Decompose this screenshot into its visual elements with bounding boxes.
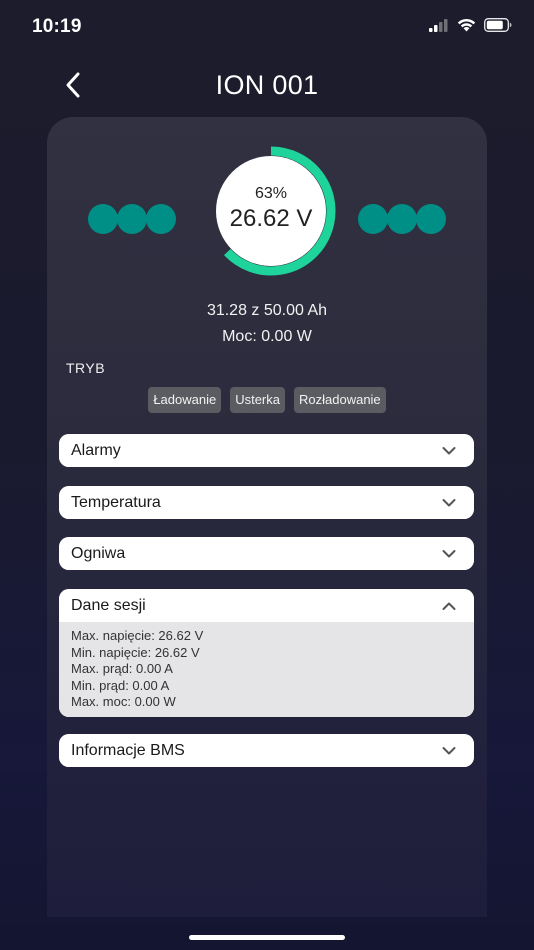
status-bar: 10:19: [0, 0, 534, 54]
chevron-down-icon: [442, 447, 456, 455]
mode-badge-discharging: Rozładowanie: [294, 387, 386, 413]
section-temperature: Temperatura: [59, 486, 474, 519]
section-alarms-header[interactable]: Alarmy: [59, 434, 474, 467]
mode-badges: Ładowanie Usterka Rozładowanie: [47, 387, 487, 413]
wifi-icon: [457, 18, 476, 32]
section-cells-header[interactable]: Ogniwa: [59, 537, 474, 570]
status-icons: [429, 18, 512, 32]
section-alarms: Alarmy: [59, 434, 474, 467]
section-title: Informacje BMS: [71, 742, 185, 759]
mode-badge-charging: Ładowanie: [148, 387, 222, 413]
battery-icon: [484, 18, 512, 32]
section-temperature-header[interactable]: Temperatura: [59, 486, 474, 519]
battery-card: 63% 26.62 V 31.28 z 50.00 Ah Moc: 0.00 W…: [47, 117, 487, 917]
section-session-header[interactable]: Dane sesji: [59, 589, 474, 622]
session-min-current: Min. prąd: 0.00 A: [71, 677, 170, 693]
chevron-down-icon: [442, 747, 456, 755]
charge-gauge: 63% 26.62 V: [205, 145, 337, 277]
session-max-voltage: Max. napięcie: 26.62 V: [71, 628, 204, 643]
cell-dot: [387, 204, 417, 234]
cell-dot: [117, 204, 147, 234]
session-max-power: Max. moc: 0.00 W: [71, 694, 176, 709]
section-bms-header[interactable]: Informacje BMS: [59, 734, 474, 767]
chevron-up-icon: [442, 602, 456, 610]
section-session: Dane sesji Max. napięcie: 26.62 V Min. n…: [59, 589, 474, 717]
power-readout: Moc: 0.00 W: [222, 328, 312, 345]
cell-indicator-right: [358, 204, 446, 234]
gauge-percent: 63%: [254, 185, 288, 202]
mode-label: TRYB: [66, 360, 106, 376]
section-title: Alarmy: [71, 442, 121, 459]
section-title: Ogniwa: [71, 545, 126, 562]
session-data-list: Max. napięcie: 26.62 V Min. napięcie: 26…: [59, 622, 474, 717]
cell-dot: [358, 204, 388, 234]
cell-dot: [146, 204, 176, 234]
section-bms: Informacje BMS: [59, 734, 474, 767]
mode-badge-fault: Usterka: [230, 387, 285, 413]
status-time: 10:19: [32, 16, 82, 37]
page-title: ION 001: [215, 70, 319, 100]
capacity-readout: 31.28 z 50.00 Ah: [206, 302, 328, 319]
cell-indicator-left: [88, 204, 176, 234]
session-max-current: Max. prąd: 0.00 A: [71, 661, 173, 676]
cell-dot: [416, 204, 446, 234]
chevron-down-icon: [442, 550, 456, 558]
section-title: Temperatura: [71, 494, 161, 511]
cellular-signal-icon: [429, 19, 448, 32]
section-title: Dane sesji: [71, 597, 146, 614]
gauge-voltage: 26.62 V: [229, 205, 313, 232]
chevron-down-icon: [442, 499, 456, 507]
nav-bar: ION 001: [0, 60, 534, 110]
section-cells: Ogniwa: [59, 537, 474, 570]
cell-dot: [88, 204, 118, 234]
home-indicator: [189, 935, 345, 940]
session-min-voltage: Min. napięcie: 26.62 V: [71, 644, 200, 660]
